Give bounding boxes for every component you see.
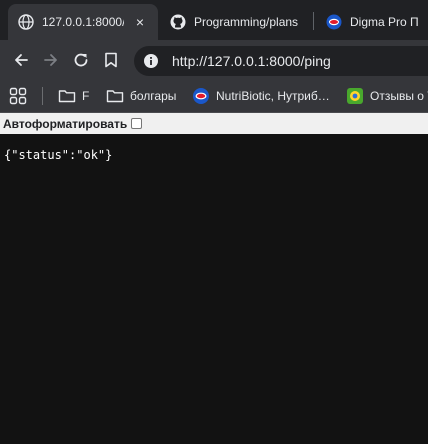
site-info-button[interactable]: [142, 52, 160, 70]
json-response: {"status":"ok"}: [4, 148, 113, 162]
bookmark-star-button[interactable]: [99, 48, 123, 72]
forward-button[interactable]: [39, 48, 63, 72]
pretty-print-checkbox[interactable]: [131, 118, 143, 129]
folder-icon: [106, 90, 124, 103]
tab-title: 127.0.0.1:8000/ping: [42, 15, 124, 29]
reload-button[interactable]: [69, 48, 93, 72]
bookmark-icon: [105, 52, 117, 68]
bookmarks-separator: [42, 87, 43, 105]
address-bar[interactable]: http://127.0.0.1:8000/ping: [134, 46, 428, 76]
back-button[interactable]: [9, 48, 33, 72]
url-text: http://127.0.0.1:8000/ping: [172, 53, 331, 69]
tab-github[interactable]: Programming/plans: [160, 4, 308, 40]
tab-title: Programming/plans: [194, 15, 298, 29]
tab-title: Digma Pro Пла: [350, 15, 418, 29]
tab-ping[interactable]: 127.0.0.1:8000/ping ×: [8, 4, 158, 40]
apps-grid-icon: [9, 87, 27, 105]
close-tab-button[interactable]: ×: [132, 14, 148, 30]
arrow-left-icon: [15, 54, 28, 66]
bookmark-label: NutriBiotic, Нутриб…: [216, 89, 330, 103]
info-icon: [144, 54, 158, 68]
bookmark-label: Отзывы о Т: [370, 89, 428, 103]
tab-digma[interactable]: Digma Pro Пла: [316, 4, 428, 40]
bookmark-folder-bolgary[interactable]: болгары: [106, 86, 176, 106]
tab-strip: 127.0.0.1:8000/ping × Programming/plans …: [0, 0, 428, 40]
folder-icon: [58, 90, 76, 103]
bookmark-label: болгары: [130, 89, 177, 103]
pretty-print-label: Автоформатировать: [3, 116, 128, 131]
nutribiotic-icon: [193, 88, 209, 104]
globe-icon: [18, 14, 34, 30]
reload-icon: [74, 53, 88, 67]
bookmark-folder-f[interactable]: F: [58, 86, 89, 106]
digma-icon: [326, 14, 342, 30]
pretty-print-bar: Автоформатировать: [0, 113, 428, 134]
bookmark-label: F: [82, 89, 90, 103]
bookmark-nutribiotic[interactable]: NutriBiotic, Нутриб…: [192, 86, 330, 106]
close-icon: ×: [135, 14, 145, 30]
bookmark-otzovik[interactable]: Отзывы о Т: [346, 86, 428, 106]
arrow-right-icon: [44, 54, 57, 66]
apps-button[interactable]: [9, 86, 27, 106]
otzovik-icon: [347, 88, 363, 104]
page-content: {"status":"ok"}: [0, 134, 428, 444]
github-icon: [170, 14, 186, 30]
bookmarks-bar: F болгары NutriBiotic, Нутриб… Отзывы о …: [0, 80, 428, 113]
tab-separator: [313, 12, 314, 30]
